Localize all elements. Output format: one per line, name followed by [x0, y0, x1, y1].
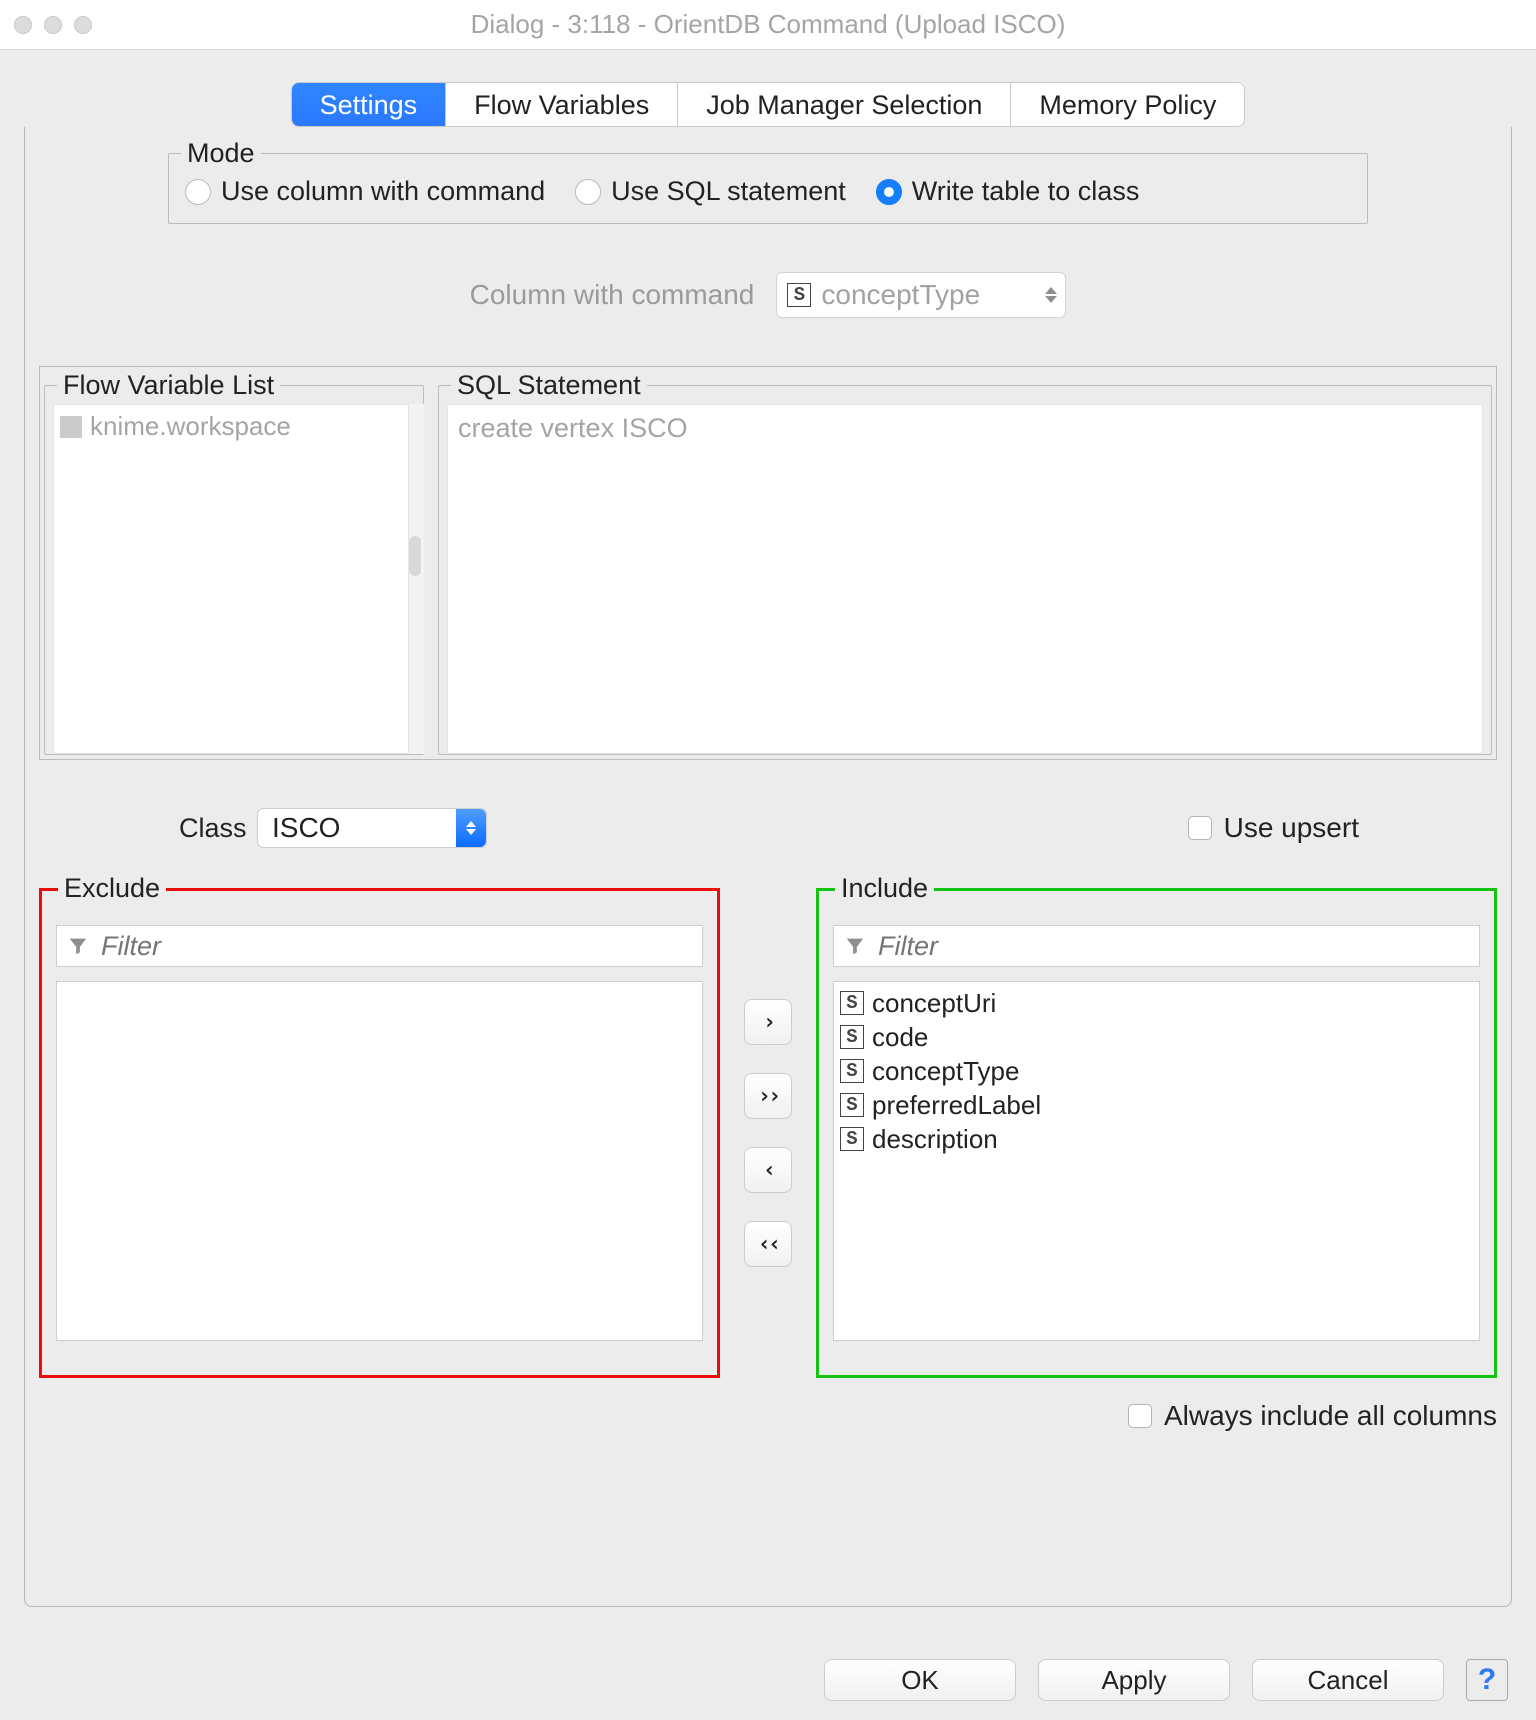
minimize-traffic-icon[interactable] — [44, 16, 62, 34]
variable-icon — [60, 416, 82, 438]
string-type-icon: S — [840, 1127, 864, 1151]
move-left-button[interactable]: ‹ — [744, 1147, 792, 1193]
exclude-filter-field[interactable] — [99, 930, 692, 963]
filter-icon — [844, 935, 866, 957]
list-item[interactable]: SpreferredLabel — [840, 1088, 1473, 1122]
sql-statement-legend: SQL Statement — [451, 370, 647, 401]
checkbox-icon — [1128, 1404, 1152, 1428]
radio-icon — [876, 179, 902, 205]
list-item-label: description — [872, 1122, 998, 1156]
filter-icon — [67, 935, 89, 957]
column-with-command-value: conceptType — [821, 279, 980, 311]
window-traffic-lights — [0, 16, 92, 34]
dialog-footer: OK Apply Cancel ? — [0, 1640, 1536, 1720]
chevron-up-down-icon — [456, 809, 486, 847]
help-button[interactable]: ? — [1466, 1659, 1508, 1701]
tab-flow-variables[interactable]: Flow Variables — [446, 83, 678, 126]
double-chevron-left-icon: ‹‹ — [758, 1232, 779, 1257]
mode-groupbox: Mode Use column with command Use SQL sta… — [168, 153, 1368, 224]
exclude-filter-input[interactable] — [56, 925, 703, 967]
column-with-command-label: Column with command — [470, 279, 755, 311]
tab-job-manager[interactable]: Job Manager Selection — [678, 83, 1011, 126]
scrollbar-track — [408, 404, 424, 754]
list-item[interactable]: SconceptType — [840, 1054, 1473, 1088]
flow-variable-list-group: Flow Variable List knime.workspace — [44, 385, 424, 755]
include-legend: Include — [835, 873, 934, 904]
radio-write-table[interactable]: Write table to class — [876, 176, 1140, 207]
list-item-label: code — [872, 1020, 928, 1054]
help-icon: ? — [1478, 1663, 1496, 1697]
radio-use-column[interactable]: Use column with command — [185, 176, 545, 207]
tabstrip: Settings Flow Variables Job Manager Sele… — [24, 82, 1512, 127]
apply-button[interactable]: Apply — [1038, 1659, 1230, 1701]
move-all-right-button[interactable]: ›› — [744, 1073, 792, 1119]
radio-icon — [575, 179, 601, 205]
zoom-traffic-icon[interactable] — [74, 16, 92, 34]
scrollbar-thumb[interactable] — [409, 536, 421, 576]
list-item[interactable]: SconceptUri — [840, 986, 1473, 1020]
flow-variable-list-legend: Flow Variable List — [57, 370, 280, 401]
use-upsert-checkbox[interactable]: Use upsert — [1188, 812, 1359, 844]
class-dropdown-value: ISCO — [272, 812, 340, 844]
double-chevron-right-icon: ›› — [758, 1084, 779, 1109]
radio-label: Use SQL statement — [611, 176, 846, 207]
chevron-up-down-icon — [1045, 287, 1057, 303]
list-item-label: preferredLabel — [872, 1088, 1041, 1122]
exclude-legend: Exclude — [58, 873, 166, 904]
chevron-left-icon: ‹ — [763, 1158, 773, 1183]
transfer-controls: › ›› ‹ ‹‹ — [744, 888, 792, 1378]
include-filter-input[interactable] — [833, 925, 1480, 967]
always-include-checkbox[interactable]: Always include all columns — [1128, 1400, 1497, 1432]
include-list[interactable]: SconceptUri Scode SconceptType Spreferre… — [833, 981, 1480, 1341]
exclude-list[interactable] — [56, 981, 703, 1341]
always-include-label: Always include all columns — [1164, 1400, 1497, 1432]
radio-icon — [185, 179, 211, 205]
use-upsert-label: Use upsert — [1224, 812, 1359, 844]
move-all-left-button[interactable]: ‹‹ — [744, 1221, 792, 1267]
string-type-icon: S — [787, 283, 811, 307]
string-type-icon: S — [840, 1059, 864, 1083]
titlebar: Dialog - 3:118 - OrientDB Command (Uploa… — [0, 0, 1536, 50]
list-item-label: conceptUri — [872, 986, 996, 1020]
window-title: Dialog - 3:118 - OrientDB Command (Uploa… — [471, 9, 1066, 40]
close-traffic-icon[interactable] — [14, 16, 32, 34]
list-item[interactable]: knime.workspace — [60, 411, 412, 442]
list-item[interactable]: Sdescription — [840, 1122, 1473, 1156]
flow-variable-list[interactable]: knime.workspace — [53, 404, 419, 754]
class-label: Class — [39, 813, 239, 844]
tab-memory-policy[interactable]: Memory Policy — [1011, 83, 1244, 126]
string-type-icon: S — [840, 1025, 864, 1049]
list-item[interactable]: Scode — [840, 1020, 1473, 1054]
list-item-label: knime.workspace — [90, 411, 291, 442]
include-filter-field[interactable] — [876, 930, 1469, 963]
list-item-label: conceptType — [872, 1054, 1019, 1088]
string-type-icon: S — [840, 991, 864, 1015]
radio-label: Write table to class — [912, 176, 1140, 207]
sql-statement-group: SQL Statement create vertex ISCO — [438, 385, 1492, 755]
checkbox-icon — [1188, 816, 1212, 840]
ok-button[interactable]: OK — [824, 1659, 1016, 1701]
class-dropdown[interactable]: ISCO — [257, 808, 487, 848]
sql-statement-textarea[interactable]: create vertex ISCO — [447, 404, 1483, 754]
move-right-button[interactable]: › — [744, 999, 792, 1045]
column-with-command-select[interactable]: S conceptType — [776, 272, 1066, 318]
radio-label: Use column with command — [221, 176, 545, 207]
chevron-right-icon: › — [763, 1010, 773, 1035]
include-panel: Include SconceptUri Scode SconceptType S… — [816, 888, 1497, 1378]
radio-use-sql[interactable]: Use SQL statement — [575, 176, 846, 207]
cancel-button[interactable]: Cancel — [1252, 1659, 1444, 1701]
string-type-icon: S — [840, 1093, 864, 1117]
tab-settings[interactable]: Settings — [292, 83, 447, 126]
exclude-panel: Exclude — [39, 888, 720, 1378]
mode-legend: Mode — [181, 138, 261, 169]
